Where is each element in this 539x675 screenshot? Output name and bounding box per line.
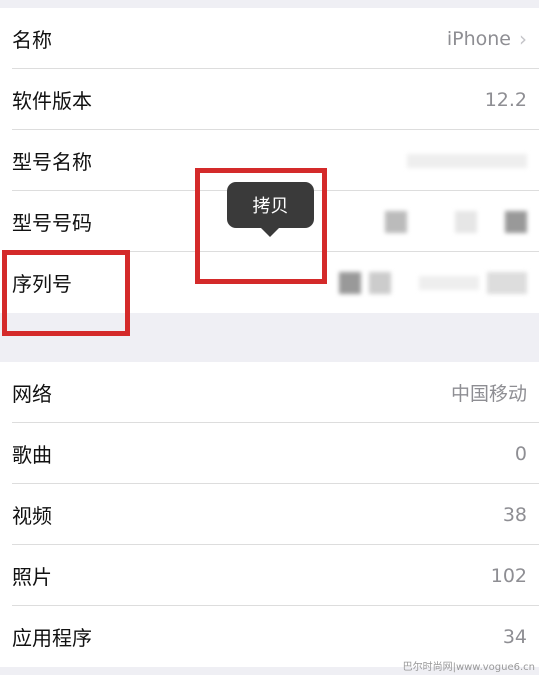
row-value: 12.2 xyxy=(484,88,527,111)
row-value: iPhone xyxy=(446,27,511,50)
row-photos: 照片 102 xyxy=(0,545,539,606)
usage-group: 网络 中国移动 歌曲 0 视频 38 照片 102 应用程序 34 xyxy=(0,362,539,667)
row-label: 软件版本 xyxy=(12,89,92,113)
blurred-value xyxy=(319,271,527,294)
row-value: 中国移动 xyxy=(450,383,527,405)
row-value: 38 xyxy=(502,503,527,526)
row-value: 0 xyxy=(514,442,527,465)
row-label: 应用程序 xyxy=(12,626,92,650)
row-label: 视频 xyxy=(12,504,52,528)
row-label: 照片 xyxy=(12,565,52,589)
blurred-value xyxy=(387,153,527,168)
row-value: 34 xyxy=(502,625,527,648)
blurred-value xyxy=(365,210,527,233)
row-label: 歌曲 xyxy=(12,443,52,467)
row-label: 名称 xyxy=(12,28,52,52)
watermark: 巴尔时尚网|www.vogue6.cn xyxy=(402,662,535,673)
row-label: 型号名称 xyxy=(12,150,92,174)
row-label: 网络 xyxy=(12,382,52,406)
row-network: 网络 中国移动 xyxy=(0,362,539,423)
copy-tooltip[interactable]: 拷贝 xyxy=(227,182,314,237)
row-software-version: 软件版本 12.2 xyxy=(0,69,539,130)
row-videos: 视频 38 xyxy=(0,484,539,545)
annotation-box-serial xyxy=(2,250,130,336)
row-label: 型号号码 xyxy=(12,211,92,235)
row-songs: 歌曲 0 xyxy=(0,423,539,484)
row-value: 102 xyxy=(490,564,527,587)
chevron-right-icon: › xyxy=(519,26,527,51)
row-name[interactable]: 名称 iPhone › xyxy=(0,8,539,69)
copy-label: 拷贝 xyxy=(252,196,289,217)
